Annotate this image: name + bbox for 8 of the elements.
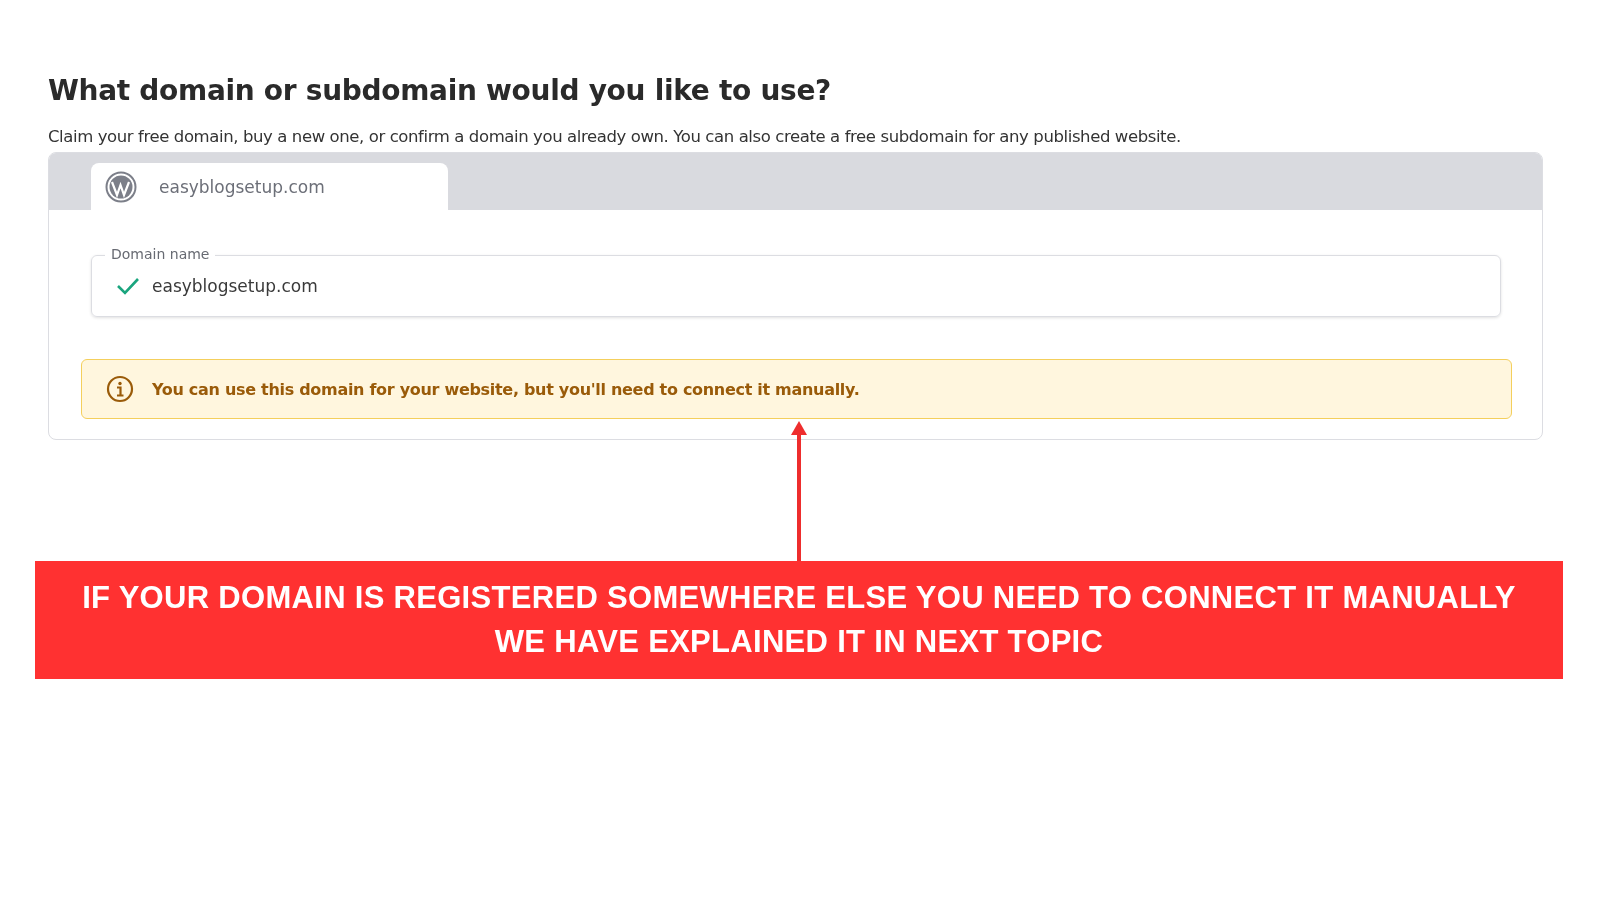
page-description: Claim your free domain, buy a new one, or confirm a domain you already own. You can also create a free subdomain for any published website.	[48, 127, 1182, 146]
wordpress-logo-icon	[105, 170, 137, 203]
notice-text: You can use this domain for your website, but you'll need to connect it manually.	[152, 379, 860, 399]
annotation-text: WE HAVE EXPLAINED IT IN NEXT TOPIC	[494, 624, 1104, 660]
page-heading: What domain or subdomain would you like to use?	[48, 74, 833, 107]
info-icon	[106, 375, 134, 403]
domain-tab[interactable]: easyblogsetup.com	[91, 163, 448, 210]
annotation-text: IF YOUR DOMAIN IS REGISTERED SOMEWHERE ELSE YOU NEED TO CONNECT IT MANUALLY	[82, 580, 1516, 616]
